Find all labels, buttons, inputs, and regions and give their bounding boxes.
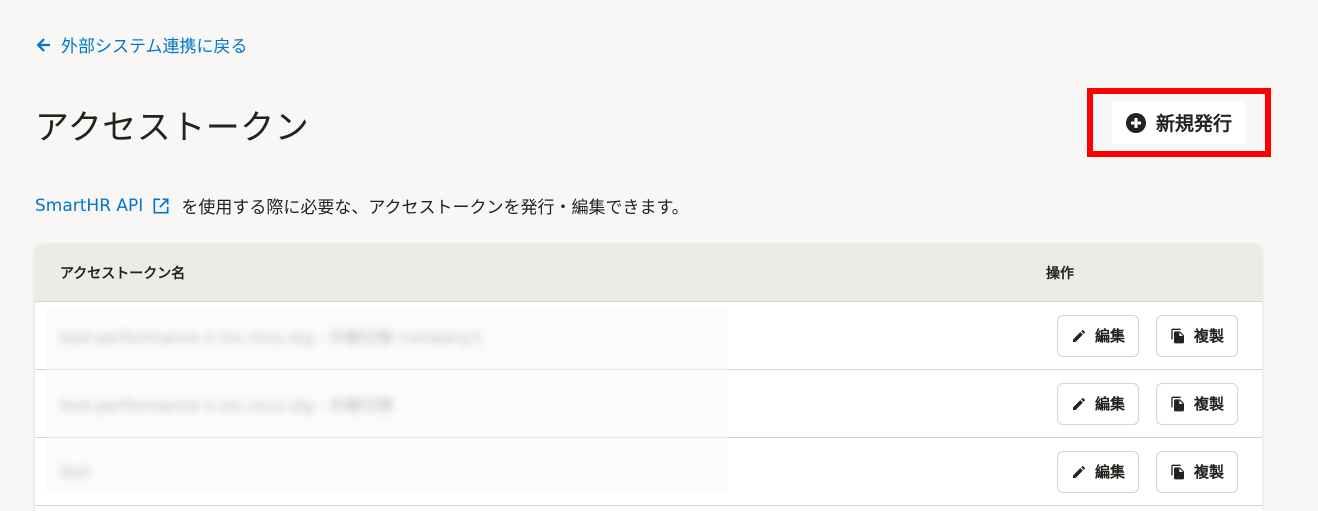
column-header-name: アクセストークン名 [60,265,186,282]
duplicate-button[interactable]: 複製 [1155,450,1238,493]
copy-icon [1171,396,1184,411]
table-header: アクセストークン名 操作 [35,244,1262,302]
copy-icon [1171,328,1184,343]
edit-button-label: 編集 [1094,395,1125,413]
back-link-label: 外部システム連携に戻る [61,37,248,57]
edit-button[interactable]: 編集 [1056,450,1139,493]
api-doc-link[interactable]: SmartHR API [35,196,171,216]
duplicate-button[interactable]: 複製 [1155,314,1238,357]
plus-circle-icon [1125,112,1146,133]
duplicate-button[interactable]: 複製 [1155,382,1238,425]
external-link-icon [153,198,169,213]
duplicate-button-label: 複製 [1193,327,1224,345]
api-doc-link-label: SmartHR API [35,195,144,216]
token-name: test [60,462,91,481]
table-row: test-performance-1-inc.mcu.stg - 外観切替 co… [35,302,1262,370]
pencil-icon [1072,329,1085,342]
back-link[interactable]: 外部システム連携に戻る [35,32,248,57]
table-row: test-performance-1-inc.mcu.stg - 外観切替 編集… [35,370,1262,438]
page: 外部システム連携に戻る アクセストークン 新規発行 SmartHR API を使… [0,0,1318,511]
pencil-icon [1072,465,1085,478]
token-name: test-performance-1-inc.mcu.stg - 外観切替 [60,395,394,415]
highlight-box: 新規発行 [1087,88,1271,157]
edit-button-label: 編集 [1094,327,1125,345]
new-token-button-label: 新規発行 [1155,113,1232,135]
duplicate-button-label: 複製 [1193,395,1224,413]
copy-icon [1171,464,1184,479]
row-actions: 編集 複製 [1046,382,1262,425]
token-name: test-performance-1-inc.mcu.stg - 外観切替 co… [60,327,483,347]
description: SmartHR API を使用する際に必要な、アクセストークンを発行・編集できま… [35,193,689,219]
table-row: test 編集 複製 [35,438,1262,506]
description-text: を使用する際に必要な、アクセストークンを発行・編集できます。 [181,198,689,218]
page-title: アクセストークン [35,108,310,148]
arrow-left-icon [36,37,50,52]
pencil-icon [1072,397,1085,410]
row-actions: 編集 複製 [1046,314,1262,357]
edit-button-label: 編集 [1094,463,1125,481]
edit-button[interactable]: 編集 [1056,382,1139,425]
row-actions: 編集 複製 [1046,450,1262,493]
edit-button[interactable]: 編集 [1056,314,1139,357]
new-token-button[interactable]: 新規発行 [1111,101,1246,144]
column-header-ops: 操作 [1046,265,1074,282]
token-table: アクセストークン名 操作 test-performance-1-inc.mcu.… [35,244,1262,511]
duplicate-button-label: 複製 [1193,463,1224,481]
